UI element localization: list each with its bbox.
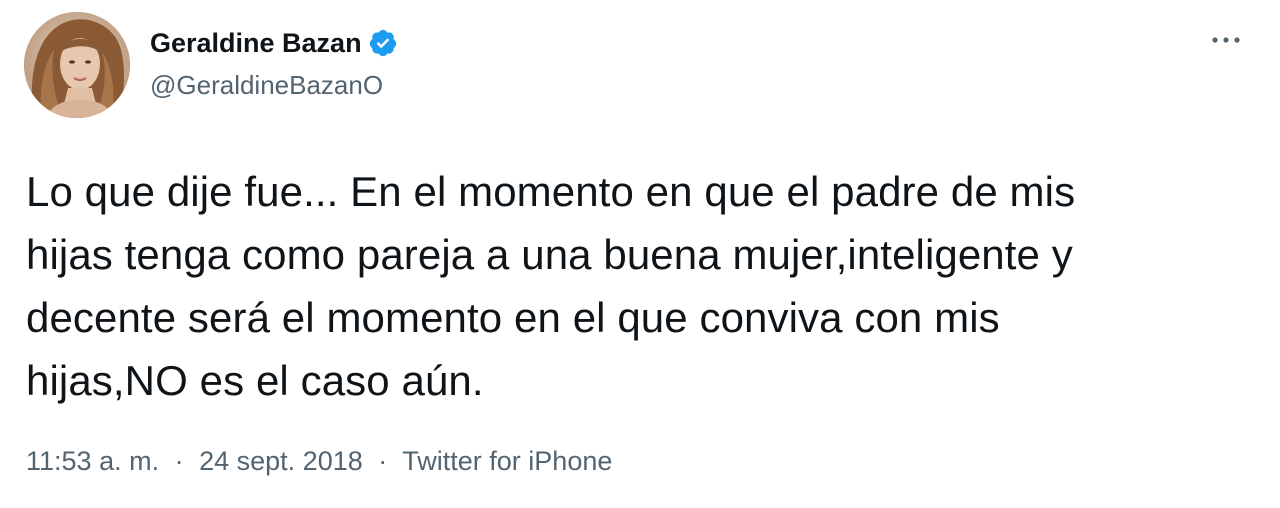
tweet-metadata: 11:53 a. m. · 24 sept. 2018 · Twitter fo…	[26, 446, 612, 477]
tweet-time[interactable]: 11:53 a. m.	[26, 446, 159, 476]
author-handle[interactable]: @GeraldineBazanO	[150, 70, 383, 101]
profile-photo	[24, 12, 130, 118]
avatar[interactable]	[24, 12, 130, 118]
tweet-card: Geraldine Bazan @GeraldineBazanO Lo que …	[0, 0, 1280, 508]
display-name[interactable]: Geraldine Bazan	[150, 28, 362, 59]
tweet-date[interactable]: 24 sept. 2018	[199, 446, 363, 476]
tweet-text-line: decente será el momento en el que conviv…	[26, 294, 1000, 341]
tweet-text: Lo que dije fue... En el momento en que …	[26, 160, 1226, 412]
more-horizontal-icon	[1212, 37, 1240, 43]
meta-separator: ·	[174, 446, 184, 476]
meta-separator: ·	[378, 446, 388, 476]
tweet-source-link[interactable]: Twitter for iPhone	[402, 446, 612, 476]
verified-badge-icon	[368, 28, 398, 58]
author-name-row[interactable]: Geraldine Bazan	[150, 26, 398, 60]
tweet-text-line: hijas,NO es el caso aún.	[26, 357, 484, 404]
tweet-text-line: Lo que dije fue... En el momento en que …	[26, 168, 1076, 215]
tweet-text-line: hijas tenga como pareja a una buena muje…	[26, 231, 1073, 278]
more-options-button[interactable]	[1204, 20, 1248, 60]
